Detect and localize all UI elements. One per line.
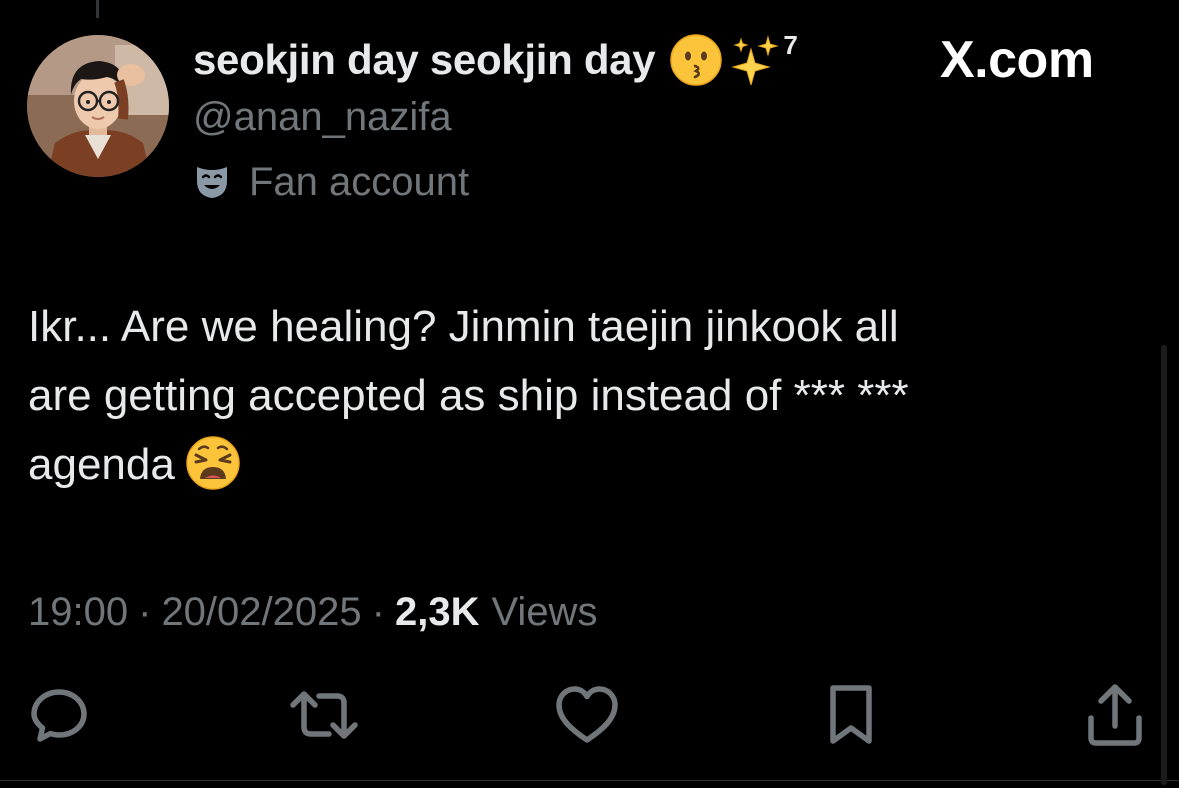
heart-icon <box>556 686 618 743</box>
repost-button[interactable] <box>289 680 359 750</box>
meta-separator: · <box>371 589 385 634</box>
share-icon <box>1088 684 1142 746</box>
views-count[interactable]: 2,3K <box>395 590 480 635</box>
views-label[interactable]: Views <box>491 590 597 635</box>
x-com-watermark: X.com <box>940 30 1094 90</box>
author-name-row[interactable]: seokjin day seokjin day 7 <box>193 30 798 90</box>
account-label: Fan account <box>193 156 469 208</box>
theater-masks-icon <box>197 167 227 198</box>
author-display-name[interactable]: seokjin day seokjin day <box>193 36 656 84</box>
share-button[interactable] <box>1080 680 1150 750</box>
tweet-line-3: agenda <box>28 430 1138 499</box>
account-label-text: Fan account <box>249 159 470 204</box>
tweet-line-3-text: agenda <box>28 440 175 489</box>
tweet-line-1: Ikr... Are we healing? Jinmin taejin jin… <box>28 302 899 351</box>
repost-icon <box>290 691 358 739</box>
tweet-time[interactable]: 19:00 <box>28 590 128 635</box>
tweet-line-2: are getting accepted as ship instead of … <box>28 371 909 420</box>
author-name-suffix: 7 <box>783 30 798 60</box>
meta-separator: · <box>138 589 152 634</box>
kissing-face-emoji-icon <box>670 34 723 86</box>
x-com-text: X.com <box>940 31 1094 89</box>
reply-icon <box>31 689 87 742</box>
tweet-text: Ikr... Are we healing? Jinmin taejin jin… <box>28 292 1138 499</box>
bottom-divider <box>0 780 1179 781</box>
bookmark-button[interactable] <box>816 680 886 750</box>
avatar-image <box>27 35 169 177</box>
bookmark-icon <box>830 685 872 744</box>
avatar[interactable] <box>27 35 169 177</box>
scrollbar[interactable] <box>1161 345 1167 785</box>
sparkles-emoji-icon <box>731 35 780 85</box>
tweet-meta: 19:00 · 20/02/2025 · 2,3K Views <box>28 586 597 638</box>
reply-button[interactable] <box>24 680 94 750</box>
tweet-date[interactable]: 20/02/2025 <box>161 590 361 635</box>
thread-connector-line <box>96 0 99 18</box>
tweet-action-bar <box>0 680 1179 750</box>
weary-face-emoji-icon <box>186 436 240 491</box>
author-handle[interactable]: @anan_nazifa <box>193 95 452 140</box>
like-button[interactable] <box>552 680 622 750</box>
